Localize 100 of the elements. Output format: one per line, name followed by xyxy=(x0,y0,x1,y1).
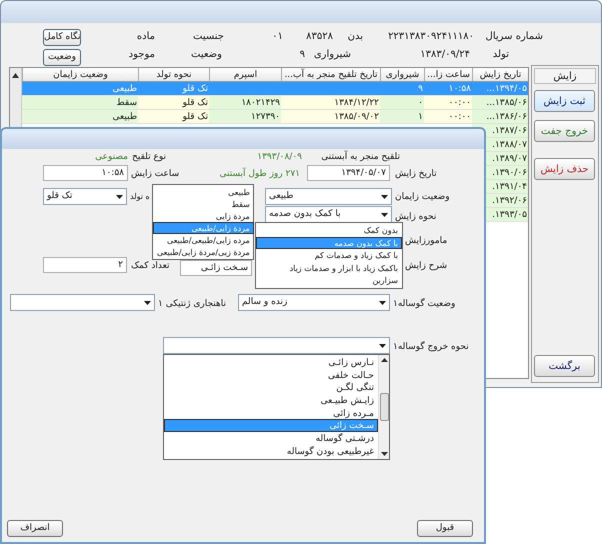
list-option[interactable]: مردة زیی/مردة زایی/طبیعی xyxy=(153,246,254,258)
field-value: ۲۲۳۱۳۸۳۰۹۲۴۱۱۱۸۰ xyxy=(388,30,474,44)
table-cell: ۱۳۸۸/۰۷. xyxy=(492,140,527,150)
input-field[interactable]: ۱۳۹۴/۰۵/۰۷ xyxy=(307,165,390,181)
field-label: مامورزایش xyxy=(405,235,448,248)
dropdown[interactable]: تک قلو xyxy=(43,188,127,205)
field-label: شماره سریال xyxy=(486,30,543,44)
table-cell: ۰۰:۰۰ xyxy=(448,112,471,122)
input-field[interactable]: ۲ xyxy=(43,257,127,273)
field-label: ناهنجاری ژنتیکی ۱ xyxy=(158,298,226,311)
column-header[interactable]: تاریخ زایش xyxy=(472,68,528,81)
column-header[interactable]: شیرواری xyxy=(380,68,424,81)
table-cell: ۱۳۹۰/۰۶. xyxy=(492,168,527,178)
table-cell: ۱۳۸۷/۰۶. xyxy=(492,126,527,136)
list-option[interactable]: طبیعی xyxy=(153,186,254,198)
info-label: تلقیح منجر به آبستنی xyxy=(321,151,400,164)
table-cell: ۹ xyxy=(418,84,423,94)
dropdown-arrow-icon[interactable] xyxy=(144,300,151,304)
list-option[interactable]: مردة زایی xyxy=(153,210,254,222)
list-option[interactable]: بدون کمک xyxy=(256,224,402,236)
panel-title: زایش xyxy=(534,68,596,84)
dropdown[interactable]: زنده و سالم xyxy=(238,294,390,311)
table-cell: طبیعی xyxy=(112,112,137,122)
table-cell: ۱ xyxy=(418,112,423,122)
side-button[interactable]: خروج جفت xyxy=(534,120,595,142)
input-field[interactable]: ۱۰:۵۸ xyxy=(43,165,128,181)
table-cell: تک قلو xyxy=(182,112,208,122)
field-label: ه تولد xyxy=(130,191,150,203)
table-cell: ۱۳۸۹/۰۷. xyxy=(492,154,527,164)
list-option[interactable]: مـرده زائی xyxy=(164,406,378,420)
field-label: ساعت زایش xyxy=(131,168,180,181)
field-value: ۱۳۸۳/۰۹/۲۴ xyxy=(420,48,470,62)
field-label: تعداد کمک xyxy=(131,260,170,273)
scroll-up-icon[interactable] xyxy=(12,73,19,78)
field-label: وضعیت زایمان xyxy=(395,191,450,204)
field-label: تاریخ زایش xyxy=(395,168,437,181)
side-button[interactable]: ثبت زایش xyxy=(534,90,595,112)
field-label: تولد xyxy=(492,48,509,62)
table-cell: تک قلو xyxy=(182,98,208,108)
table-cell: تک قلو xyxy=(182,84,208,94)
list-option[interactable]: زایـش طبیـعی xyxy=(164,394,378,407)
list-option[interactable]: حـالت خلفی xyxy=(164,368,378,382)
dropdown[interactable]: با کمک بدون صدمه xyxy=(265,206,392,223)
list-option[interactable]: نـارس زائـی xyxy=(164,356,378,369)
dropdown-arrow-icon[interactable] xyxy=(381,194,388,198)
table-cell: ۰۰:۰۰ xyxy=(448,98,471,108)
dialog-button[interactable]: انصراف xyxy=(7,520,63,537)
table-cell: طبیعی xyxy=(112,84,137,94)
column-header[interactable]: اسپرم xyxy=(209,68,281,81)
field-value: ۰۱ xyxy=(272,30,283,44)
scroll-down-icon[interactable] xyxy=(380,452,388,456)
table-cell: سقط xyxy=(116,98,137,108)
table-row[interactable]: ۱۳۸۶/۰۶... ۰۰:۰۰ ۱ ۱۳۸۵/۰۹/۰۲ ۱۲۷۳۹۰ تک قلو طبیعی xyxy=(22,110,528,124)
table-row[interactable]: ۱۳۸۵/۰۶... ۰۰:۰۰ ۰ ۱۳۸۴/۱۲/۲۲ ۱۸۰۲۱۴۲۹ تک قلو سقط xyxy=(22,96,528,110)
field-label: نحوه زایش xyxy=(395,211,436,224)
dropdown[interactable]: طبیعی xyxy=(265,188,392,205)
input-field[interactable]: سـخت زائـی xyxy=(180,260,252,276)
info-value: ۲۷۱ روز طول آبستنی xyxy=(220,168,300,181)
list-option[interactable]: تنگی لگـن xyxy=(164,381,378,394)
table-cell: ۱۲۷۳۹۰ xyxy=(250,112,280,122)
field-value: موجود xyxy=(128,48,155,62)
field-label: نحوه خروج گوساله۱ xyxy=(393,341,469,354)
side-button[interactable]: برگشت xyxy=(534,355,595,377)
list-option[interactable]: مرده زایی/طبیعی/طبیعی xyxy=(153,234,254,246)
list-option[interactable]: با کمک زیاد و صدمات کم xyxy=(256,249,402,262)
list-option[interactable]: غیرطبیعی بودن گوساله xyxy=(164,444,378,458)
dropdown-arrow-icon[interactable] xyxy=(379,300,386,304)
field-value: ۹ xyxy=(300,48,305,62)
scroll-up-icon[interactable] xyxy=(380,358,388,362)
field-label: شرح زایش xyxy=(405,260,448,273)
dropdown-arrow-icon[interactable] xyxy=(116,194,123,198)
info-label: نوع تلقیح xyxy=(132,151,166,164)
table-cell: ۱۳۸۵/۰۹/۰۲ xyxy=(334,112,379,122)
table-cell: ۱۰:۵۸ xyxy=(448,84,471,94)
list-option[interactable]: سزارین xyxy=(256,274,402,286)
field-label: وضعیت گوساله۱ xyxy=(393,298,456,311)
column-header[interactable]: وضعیت زایمان xyxy=(22,68,138,81)
column-header[interactable]: ساعت زا... xyxy=(424,68,472,81)
scroll-thumb[interactable] xyxy=(380,392,388,421)
info-value: مصنوعی xyxy=(95,151,128,164)
dialog-button[interactable]: قبول xyxy=(417,520,473,537)
field-value: ۸۳۵۲۸ xyxy=(306,30,333,44)
list-option[interactable]: سقط xyxy=(153,198,254,210)
column-header[interactable]: نحوه تولد xyxy=(138,68,209,81)
column-header[interactable]: تاریخ تلقیح منجر به آب... xyxy=(281,68,380,81)
header-button[interactable]: نگاه کامل xyxy=(43,29,81,46)
field-label: بدن xyxy=(348,30,363,44)
list-option[interactable]: باکمک زیاد با ابزار و صدمات زیاد xyxy=(256,262,402,274)
list-option[interactable]: درشـتی گوساله xyxy=(164,432,378,445)
field-label: جنسیت xyxy=(193,30,224,44)
table-cell: ۱۳۸۶/۰۶... xyxy=(486,112,527,122)
dropdown-arrow-icon[interactable] xyxy=(381,212,388,216)
table-cell: ۱۳۹۴/۰۵... xyxy=(486,84,527,94)
table-cell: ۱۳۸۵/۰۶... xyxy=(486,98,527,108)
side-button[interactable]: حذف زایش xyxy=(534,158,595,180)
dropdown-arrow-icon[interactable] xyxy=(379,344,386,348)
table-cell: ۱۸۰۲۱۴۲۹ xyxy=(241,98,280,108)
table-cell: ۱۳۹۳/۰۵. xyxy=(492,210,527,220)
table-cell: ۰ xyxy=(418,98,423,108)
header-button[interactable]: وضعیت xyxy=(43,49,81,66)
